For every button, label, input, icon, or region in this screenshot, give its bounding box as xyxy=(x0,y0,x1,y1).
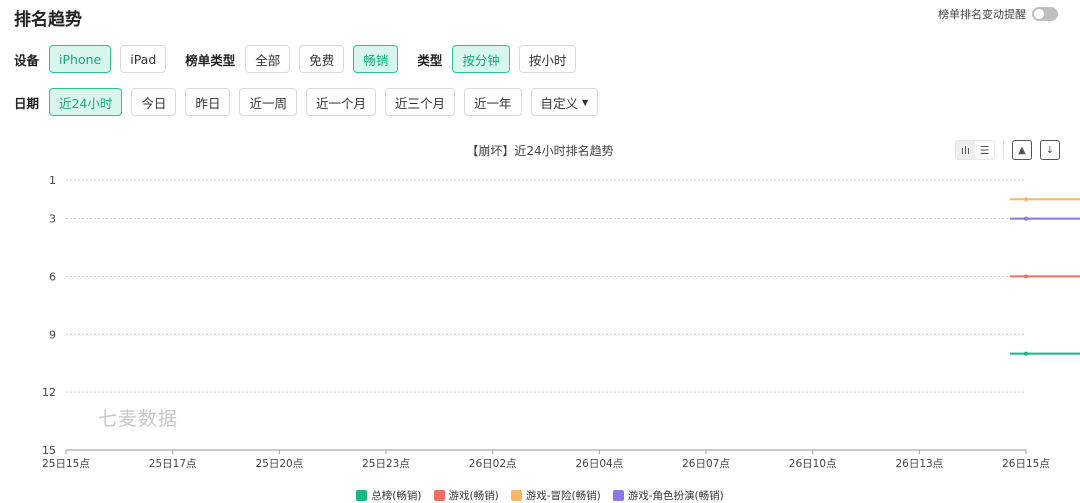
interval-hour-button[interactable]: 按小时 xyxy=(518,45,577,73)
page-title: 排名趋势 xyxy=(14,10,82,30)
date-label: 日期 xyxy=(14,95,40,111)
series-point[interactable] xyxy=(1024,351,1028,356)
legend-item[interactable]: 游戏-角色扮演(畅销) xyxy=(612,488,724,503)
x-tick-label: 26日13点 xyxy=(895,458,943,470)
legend-label: 游戏-冒险(畅销) xyxy=(525,490,601,502)
filter-row-device-type: 设备 iPhone iPad 榜单类型 全部 免费 畅销 类型 按分钟 按小时 xyxy=(14,45,585,73)
series-point[interactable] xyxy=(1024,216,1028,221)
y-tick-label: 6 xyxy=(49,270,56,283)
chart-type-grossing-button[interactable]: 畅销 xyxy=(353,45,399,73)
date-24h-button[interactable]: 近24小时 xyxy=(49,88,123,116)
legend-swatch xyxy=(612,490,624,501)
legend-label: 游戏(畅销) xyxy=(448,490,499,502)
legend-swatch xyxy=(510,490,522,501)
download-icon[interactable]: ↓ xyxy=(1040,140,1060,160)
legend-swatch xyxy=(433,490,445,501)
series-line xyxy=(1010,275,1080,278)
ranking-alert-label: 榜单排名变动提醒 xyxy=(938,8,1026,21)
date-today-button[interactable]: 今日 xyxy=(131,88,177,116)
watermark: 七麦数据 xyxy=(98,408,179,430)
interval-minute-button[interactable]: 按分钟 xyxy=(452,45,510,73)
series-line xyxy=(1010,198,1080,201)
rank-trend-chart: 1 3 6 9 12 1525日15点 25日17点 25日20点 25日23点 26日02点 26… xyxy=(42,174,1080,470)
date-custom-label: 自定义 xyxy=(540,95,579,111)
legend-item[interactable]: 游戏(畅销) xyxy=(433,488,499,503)
x-tick-label: 26日02点 xyxy=(469,458,517,470)
filter-row-date: 日期 近24小时 今日 昨日 近一周 近一个月 近三个月 近一年 自定义 ▼ xyxy=(14,88,607,116)
device-label: 设备 xyxy=(14,52,40,68)
date-yesterday-button[interactable]: 昨日 xyxy=(185,88,231,116)
legend-label: 总榜(畅销) xyxy=(371,490,422,502)
x-tick-label: 25日17点 xyxy=(149,458,197,470)
chart-type-label: 榜单类型 xyxy=(185,52,236,68)
y-tick-label: 15 xyxy=(42,444,56,457)
interval-label: 类型 xyxy=(417,52,443,68)
y-tick-label: 1 xyxy=(49,174,56,187)
ranking-alert[interactable]: 榜单排名变动提醒 xyxy=(938,6,1058,22)
date-three-months-button[interactable]: 近三个月 xyxy=(384,88,455,116)
x-tick-label: 26日10点 xyxy=(789,458,837,470)
legend-item[interactable]: 总榜(畅销) xyxy=(356,488,422,503)
list-icon[interactable]: ☰ xyxy=(975,141,994,159)
x-tick-label: 25日20点 xyxy=(255,458,303,470)
device-ipad-button[interactable]: iPad xyxy=(120,45,167,73)
series-point[interactable] xyxy=(1024,274,1028,279)
chart-type-free-button[interactable]: 免费 xyxy=(299,45,345,73)
x-tick-label: 26日15点 xyxy=(1002,458,1050,470)
y-tick-label: 12 xyxy=(42,386,56,399)
view-switch: ılı ☰ xyxy=(955,140,995,160)
image-save-icon[interactable]: ▲ xyxy=(1012,140,1032,160)
chart-title: 【崩坏】近24小时排名趋势 xyxy=(466,144,614,158)
date-custom-dropdown[interactable]: 自定义 ▼ xyxy=(530,88,599,116)
x-tick-label: 25日15点 xyxy=(42,458,90,470)
bar-chart-icon[interactable]: ılı xyxy=(956,141,975,159)
chart-legend: 总榜(畅销) 游戏(畅销) 游戏-冒险(畅销) 游戏-角色扮演(畅销) xyxy=(0,488,1080,503)
series-line xyxy=(1010,352,1080,355)
device-iphone-button[interactable]: iPhone xyxy=(49,45,112,73)
chart-type-all-button[interactable]: 全部 xyxy=(245,45,291,73)
toolbar-divider xyxy=(1003,141,1004,159)
caret-down-icon: ▼ xyxy=(582,97,589,107)
legend-item[interactable]: 游戏-冒险(畅销) xyxy=(510,488,601,503)
legend-label: 游戏-角色扮演(畅销) xyxy=(627,490,724,502)
legend-swatch xyxy=(356,490,368,501)
y-tick-label: 3 xyxy=(49,213,56,226)
x-tick-label: 26日07点 xyxy=(682,458,730,470)
chart-toolbar: ılı ☰ ▲ ↓ xyxy=(955,140,1060,160)
date-month-button[interactable]: 近一个月 xyxy=(305,88,376,116)
date-week-button[interactable]: 近一周 xyxy=(239,88,297,116)
y-tick-label: 9 xyxy=(49,328,56,341)
series-point[interactable] xyxy=(1024,197,1028,202)
x-tick-label: 25日23点 xyxy=(362,458,410,470)
date-year-button[interactable]: 近一年 xyxy=(464,88,522,116)
x-tick-label: 26日04点 xyxy=(575,458,623,470)
ranking-alert-switch[interactable] xyxy=(1032,7,1058,21)
